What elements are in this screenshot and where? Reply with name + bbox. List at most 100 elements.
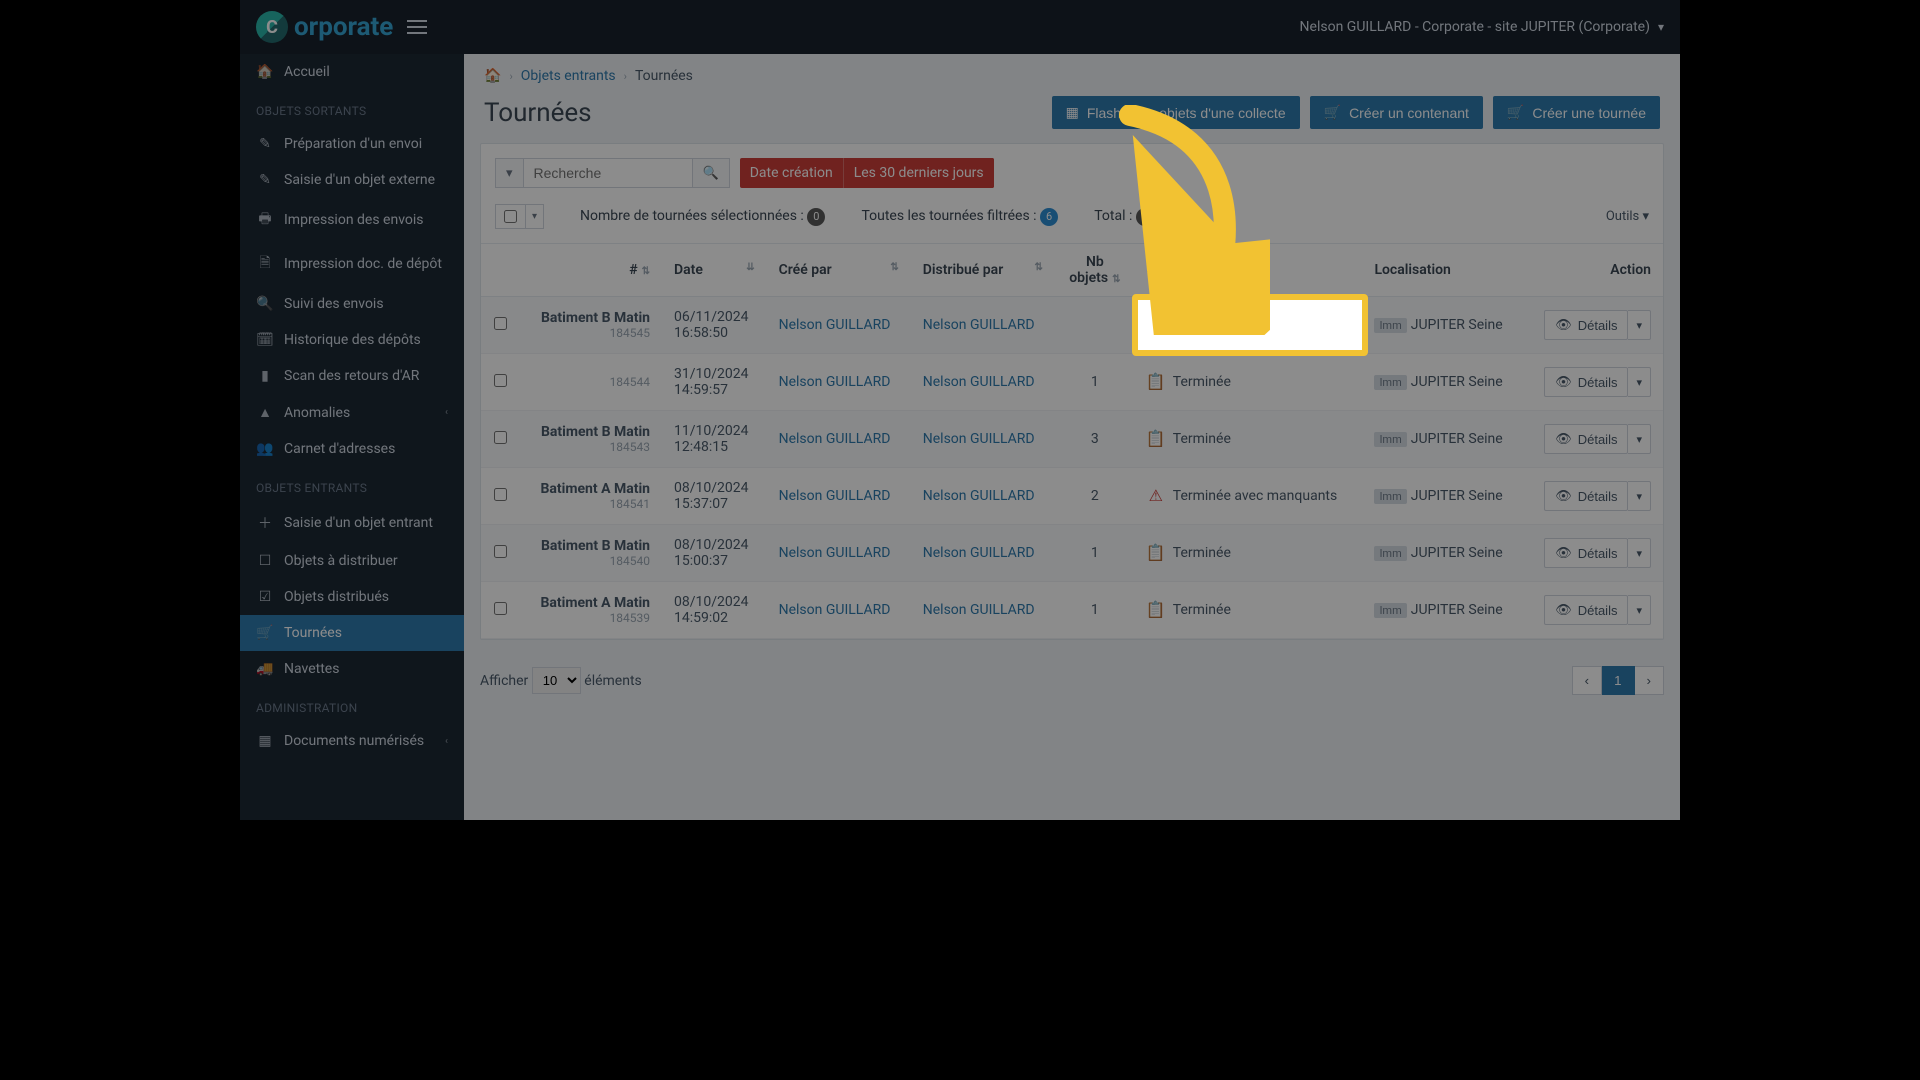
- select-all-dropdown[interactable]: ▾: [526, 204, 544, 229]
- row-checkbox[interactable]: [494, 431, 507, 444]
- col-distributed-by[interactable]: Distribué par⇅: [911, 244, 1055, 297]
- nb-objects-cell: 3: [1055, 411, 1135, 468]
- sidebar-item[interactable]: ▲Anomalies‹: [240, 394, 464, 431]
- details-button[interactable]: 👁Détails: [1544, 367, 1628, 397]
- status-cell: 📋Terminée: [1135, 354, 1363, 411]
- user-link[interactable]: Nelson GUILLARD: [779, 602, 891, 618]
- clipboard-icon: 📋: [1147, 601, 1165, 619]
- user-link[interactable]: Nelson GUILLARD: [779, 317, 891, 333]
- row-actions-dropdown[interactable]: ▾: [1628, 538, 1651, 568]
- button-label: Détails: [1578, 603, 1618, 618]
- date-range-value: Les 30 derniers jours: [844, 158, 994, 188]
- tools-dropdown[interactable]: Outils ▾: [1606, 209, 1649, 224]
- date-cell: 06/11/202416:58:50: [662, 297, 767, 354]
- user-link[interactable]: Nelson GUILLARD: [923, 317, 1035, 333]
- location-cell: ImmJUPITER Seine: [1362, 411, 1524, 468]
- row-checkbox[interactable]: [494, 488, 507, 501]
- sidebar-item-icon: ✎: [256, 136, 274, 152]
- user-link[interactable]: Nelson GUILLARD: [923, 488, 1035, 504]
- sidebar-item[interactable]: 🔍Suivi des envois: [240, 286, 464, 322]
- sidebar-item[interactable]: 🖶Impression des envois: [240, 198, 464, 242]
- page-number-button[interactable]: 1: [1602, 666, 1634, 695]
- sidebar-item[interactable]: 🛒Tournées: [240, 615, 464, 651]
- col-date[interactable]: Date⇊: [662, 244, 767, 297]
- route-id: 184544: [532, 375, 650, 389]
- sort-icon: ⇅: [1035, 262, 1043, 273]
- page-length-select[interactable]: 10: [532, 667, 581, 694]
- user-link[interactable]: Nelson GUILLARD: [923, 374, 1035, 390]
- location-tag: Imm: [1374, 603, 1406, 618]
- flash-collect-button[interactable]: ▦ Flasher les objets d'une collecte: [1052, 96, 1300, 129]
- sort-icon: ⇅: [890, 262, 898, 273]
- created-by-cell: Nelson GUILLARD: [767, 525, 911, 582]
- status-label: Terminée: [1181, 317, 1239, 333]
- row-actions-dropdown[interactable]: ▾: [1628, 424, 1651, 454]
- user-link[interactable]: Nelson GUILLARD: [779, 488, 891, 504]
- sidebar-item-label: Saisie d'un objet externe: [284, 172, 435, 188]
- sidebar-item[interactable]: ▦Documents numérisés‹: [240, 723, 464, 759]
- user-link[interactable]: Nelson GUILLARD: [923, 431, 1035, 447]
- col-status[interactable]: Statut: [1135, 244, 1363, 297]
- user-link[interactable]: Nelson GUILLARD: [779, 431, 891, 447]
- nb-objects-cell: 1: [1055, 525, 1135, 582]
- user-link[interactable]: Nelson GUILLARD: [779, 374, 891, 390]
- select-all-checkbox[interactable]: [495, 204, 526, 229]
- sidebar-item[interactable]: ☑Objets distribués: [240, 579, 464, 615]
- sidebar-item[interactable]: ☐Objets à distribuer: [240, 543, 464, 579]
- sidebar-item[interactable]: 🗎Impression doc. de dépôt: [240, 242, 464, 286]
- status-cell: 📋Terminée: [1135, 582, 1363, 639]
- sidebar-item[interactable]: 👥Carnet d'adresses: [240, 431, 464, 467]
- page-prev-button[interactable]: ‹: [1572, 666, 1602, 695]
- sidebar-item[interactable]: ✎Saisie d'un objet externe: [240, 162, 464, 198]
- details-button[interactable]: 👁Détails: [1544, 424, 1628, 454]
- col-number[interactable]: #⇅: [520, 244, 662, 297]
- create-container-button[interactable]: 🛒 Créer un contenant: [1310, 96, 1483, 129]
- details-button[interactable]: 👁Détails: [1544, 595, 1628, 625]
- col-created-by[interactable]: Créé par⇅: [767, 244, 911, 297]
- col-nb-objects[interactable]: Nb objets⇅: [1055, 244, 1135, 297]
- sidebar-item[interactable]: 🗓Historique des dépôts: [240, 322, 464, 358]
- row-checkbox[interactable]: [494, 602, 507, 615]
- sidebar-item[interactable]: ✎ Préparation d'un envoi: [240, 126, 464, 162]
- action-cell: 👁Détails▾: [1524, 411, 1663, 468]
- brand-logo[interactable]: C orporate: [256, 11, 393, 43]
- table-row: Batiment B Matin18454506/11/202416:58:50…: [481, 297, 1663, 354]
- details-button[interactable]: 👁Détails: [1544, 538, 1628, 568]
- row-checkbox[interactable]: [494, 317, 507, 330]
- user-link[interactable]: Nelson GUILLARD: [779, 545, 891, 561]
- sidebar-item[interactable]: ＋Saisie d'un objet entrant: [240, 503, 464, 543]
- user-link[interactable]: Nelson GUILLARD: [923, 602, 1035, 618]
- date-range-filter[interactable]: Date création Les 30 derniers jours: [740, 158, 994, 188]
- menu-toggle-icon[interactable]: [407, 20, 427, 34]
- sidebar-item-icon: 🗓: [256, 332, 274, 348]
- search-scope-dropdown[interactable]: ▾: [495, 158, 523, 188]
- user-context-dropdown[interactable]: Nelson GUILLARD - Corporate - site JUPIT…: [1300, 19, 1664, 35]
- sidebar-item-label: Préparation d'un envoi: [284, 136, 422, 152]
- location-value: JUPITER Seine: [1411, 488, 1503, 504]
- button-label: Détails: [1578, 432, 1618, 447]
- eye-icon: 👁: [1555, 545, 1572, 561]
- sidebar-item-home[interactable]: 🏠 Accueil: [240, 54, 464, 90]
- create-round-button[interactable]: 🛒 Créer une tournée: [1493, 96, 1660, 129]
- row-actions-dropdown[interactable]: ▾: [1628, 310, 1651, 340]
- page-next-button[interactable]: ›: [1635, 666, 1664, 695]
- search-input[interactable]: [523, 158, 693, 188]
- home-icon[interactable]: 🏠: [484, 68, 501, 84]
- row-checkbox[interactable]: [494, 545, 507, 558]
- nb-objects-cell: [1055, 297, 1135, 354]
- row-checkbox[interactable]: [494, 374, 507, 387]
- details-button[interactable]: 👁Détails: [1544, 481, 1628, 511]
- row-actions-dropdown[interactable]: ▾: [1628, 367, 1651, 397]
- details-button[interactable]: 👁Détails: [1544, 310, 1628, 340]
- status-cell: 📋Terminée: [1135, 411, 1363, 468]
- nb-objects-cell: 1: [1055, 354, 1135, 411]
- button-label: Détails: [1578, 489, 1618, 504]
- sidebar-item[interactable]: ▮Scan des retours d'AR: [240, 358, 464, 394]
- row-actions-dropdown[interactable]: ▾: [1628, 481, 1651, 511]
- search-button[interactable]: 🔍: [693, 158, 730, 188]
- route-name: Batiment A Matin: [540, 595, 650, 611]
- row-actions-dropdown[interactable]: ▾: [1628, 595, 1651, 625]
- sidebar-item[interactable]: 🚚Navettes: [240, 651, 464, 687]
- breadcrumb-link[interactable]: Objets entrants: [521, 68, 616, 84]
- user-link[interactable]: Nelson GUILLARD: [923, 545, 1035, 561]
